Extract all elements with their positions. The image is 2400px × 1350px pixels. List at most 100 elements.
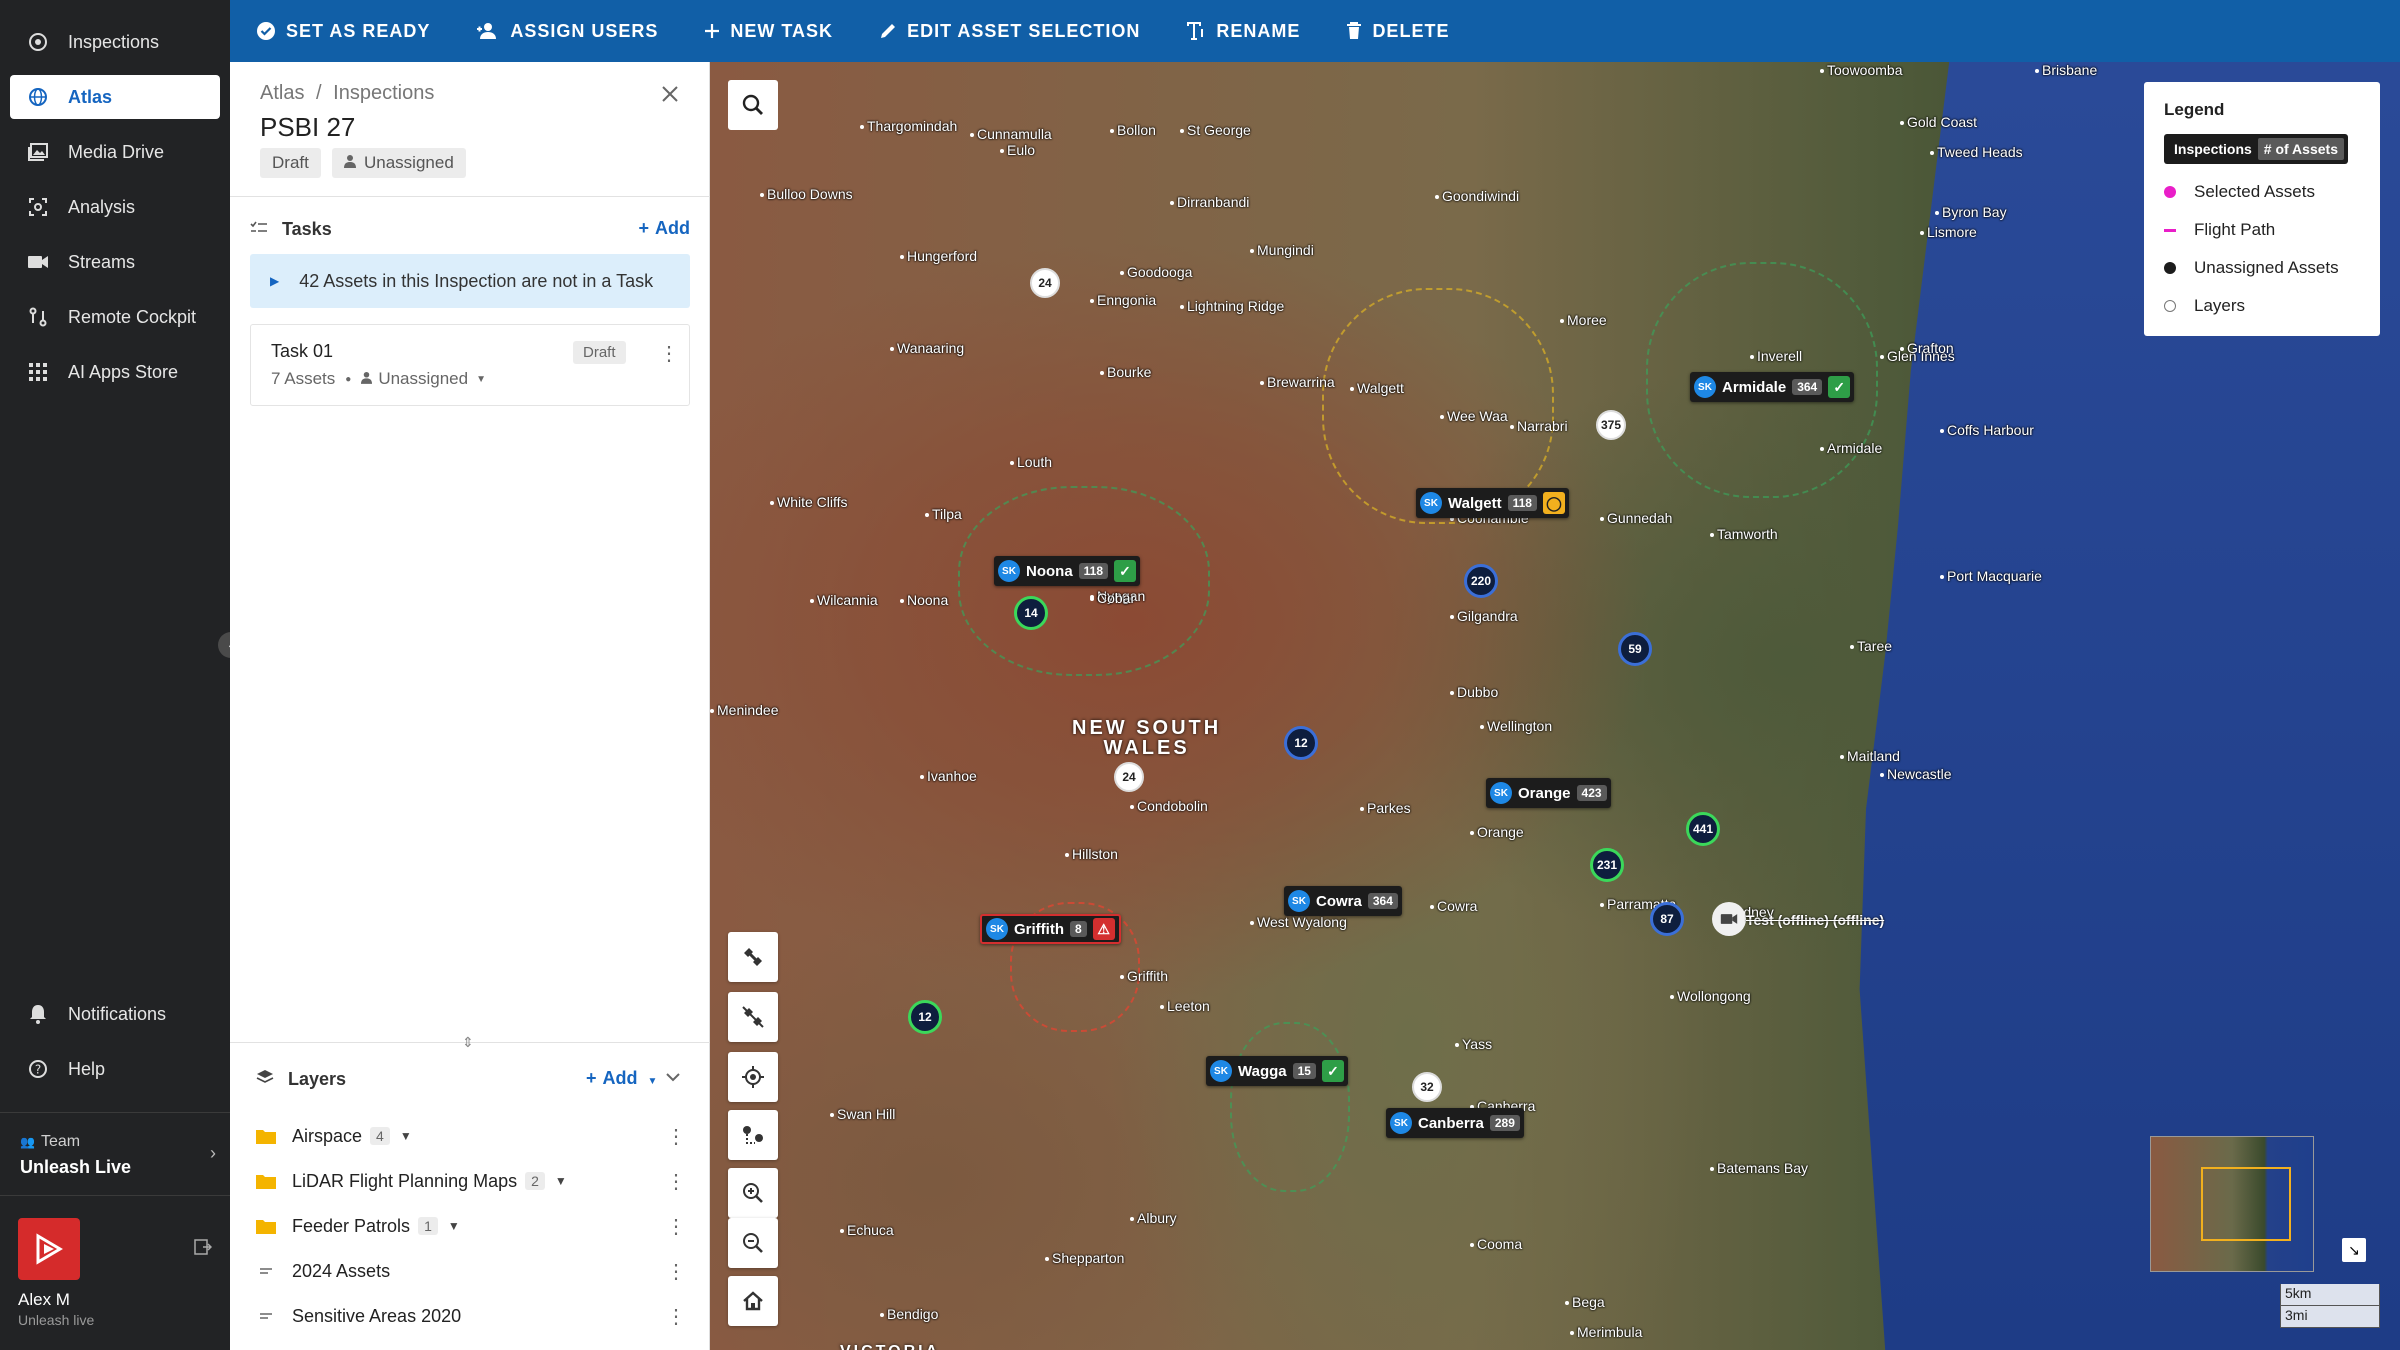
asset-cluster[interactable]: 59	[1618, 632, 1652, 666]
dropdown-icon[interactable]: ▼	[555, 1174, 567, 1188]
nav-item-inspections[interactable]: Inspections	[10, 20, 220, 64]
legend-tab-inspections[interactable]: Inspections	[2168, 138, 2258, 160]
more-vert-icon[interactable]: ⋮	[666, 1214, 686, 1239]
help-circle-icon: ?	[26, 1057, 50, 1081]
rename-button[interactable]: RENAME	[1186, 21, 1300, 42]
task-assignee[interactable]: Unassigned	[378, 369, 468, 389]
nav-item-media-drive[interactable]: Media Drive	[10, 130, 220, 174]
marker-count: 8	[1070, 921, 1087, 937]
hide-satellite-button[interactable]	[728, 992, 778, 1042]
layer-2024-assets[interactable]: 2024 Assets ⋮	[256, 1254, 686, 1288]
overview-minimap[interactable]	[2150, 1136, 2314, 1272]
map-canvas[interactable]: Toowoomba Brisbane Gold Coast Tweed Heads Th…	[710, 62, 2400, 1350]
asset-cluster[interactable]: 24	[1114, 762, 1144, 792]
my-location-button[interactable]	[728, 1052, 778, 1102]
chevron-down-icon[interactable]	[666, 1066, 680, 1087]
route-icon	[26, 305, 50, 329]
more-vert-icon[interactable]: ⋮	[666, 1304, 686, 1329]
breadcrumb-inspections[interactable]: Inspections	[333, 82, 434, 104]
zoom-in-button[interactable]	[728, 1168, 778, 1218]
more-vert-icon[interactable]: ⋮	[666, 1124, 686, 1149]
asset-cluster[interactable]: 14	[1014, 596, 1048, 630]
asset-marker[interactable]: SK Cowra 364	[1284, 886, 1402, 916]
satellite-icon	[744, 948, 762, 966]
asset-marker[interactable]: SK Orange 423	[1486, 778, 1611, 808]
route-tool-button[interactable]	[728, 1110, 778, 1160]
nav-item-analysis[interactable]: Analysis	[10, 185, 220, 229]
asset-cluster[interactable]: 87	[1650, 902, 1684, 936]
add-task-button[interactable]: + Add	[638, 218, 690, 239]
nav-item-ai-apps-store[interactable]: AI Apps Store	[10, 350, 220, 394]
zoom-out-button[interactable]	[728, 1218, 778, 1268]
set-as-ready-button[interactable]: SET AS READY	[256, 21, 430, 42]
nav-item-streams[interactable]: Streams	[10, 240, 220, 284]
asset-cluster[interactable]: 24	[1030, 268, 1060, 298]
layer-name: Sensitive Areas 2020	[292, 1305, 462, 1326]
town-label: Batemans Bay	[1710, 1160, 1808, 1176]
layer-lidar[interactable]: LiDAR Flight Planning Maps 2 ▼ ⋮	[256, 1164, 686, 1198]
asset-marker[interactable]: SK Armidale 364 ✓	[1690, 372, 1855, 402]
dropdown-icon[interactable]: ▼	[400, 1129, 412, 1143]
satellite-view-button[interactable]	[728, 932, 778, 982]
rename-icon	[1187, 22, 1204, 40]
asset-cluster[interactable]: 441	[1686, 812, 1720, 846]
asset-cluster[interactable]: 32	[1412, 1072, 1442, 1102]
more-vert-icon[interactable]: ⋮	[659, 341, 679, 366]
nav-item-notifications[interactable]: Notifications	[10, 992, 220, 1036]
asset-marker[interactable]: SK Noona 118 ✓	[994, 556, 1141, 586]
delete-button[interactable]: DELETE	[1346, 21, 1449, 42]
add-layer-button[interactable]: + Add ▼	[586, 1068, 657, 1089]
asset-marker[interactable]: SK Canberra 289	[1386, 1108, 1524, 1138]
marker-count: 364	[1367, 893, 1398, 909]
add-label: Add	[655, 218, 690, 238]
task-card[interactable]: Task 01 7 Assets ● Unassigned ▼ Draft ⋮	[250, 324, 690, 406]
map-search-button[interactable]	[728, 80, 778, 130]
layer-airspace[interactable]: Airspace 4 ▼ ⋮	[256, 1119, 686, 1153]
layer-sensitive-areas[interactable]: Sensitive Areas 2020 ⋮	[256, 1299, 686, 1333]
town-label: Wee Waa	[1440, 408, 1508, 424]
folder-icon	[256, 1220, 276, 1234]
assignee-label: Unassigned	[364, 153, 454, 172]
logout-icon[interactable]	[194, 1238, 213, 1261]
town-label: Walgett	[1350, 380, 1404, 396]
dropdown-icon[interactable]: ▼	[448, 1219, 460, 1233]
layer-feeder-patrols[interactable]: Feeder Patrols 1 ▼ ⋮	[256, 1209, 686, 1243]
team-switcher[interactable]: 👥 Team Unleash Live ›	[0, 1112, 230, 1196]
more-vert-icon[interactable]: ⋮	[666, 1259, 686, 1284]
resize-handle-icon[interactable]: ⇕	[462, 1034, 474, 1051]
town-label: Goodooga	[1120, 264, 1192, 280]
state-label: VICTORIA	[840, 1342, 940, 1350]
legend-label: Flight Path	[2194, 220, 2276, 239]
minimap-toggle-icon[interactable]: ↘	[2342, 1238, 2366, 1262]
close-icon[interactable]	[660, 84, 680, 109]
town-label: Taree	[1850, 638, 1892, 654]
nav-item-help[interactable]: ? Help	[10, 1047, 220, 1091]
person-icon	[344, 153, 356, 173]
assign-users-button[interactable]: ASSIGN USERS	[476, 21, 658, 42]
asset-cluster[interactable]: 220	[1464, 564, 1498, 598]
new-task-button[interactable]: NEW TASK	[704, 21, 833, 42]
asset-marker[interactable]: SK Wagga 15 ✓	[1206, 1056, 1348, 1086]
asset-cluster[interactable]: 375	[1596, 410, 1626, 440]
asset-cluster[interactable]: 231	[1590, 848, 1624, 882]
camera-stream-marker[interactable]	[1712, 902, 1746, 936]
home-view-button[interactable]	[728, 1276, 778, 1326]
nav-item-atlas[interactable]: Atlas	[10, 75, 220, 119]
minimap-viewport[interactable]	[2201, 1167, 2291, 1241]
asset-cluster[interactable]: 12	[908, 1000, 942, 1034]
marker-count: 15	[1292, 1063, 1316, 1079]
asset-marker[interactable]: SK Walgett 118 ◯	[1416, 488, 1569, 518]
more-vert-icon[interactable]: ⋮	[666, 1169, 686, 1194]
edit-asset-selection-button[interactable]: EDIT ASSET SELECTION	[879, 21, 1140, 42]
asset-cluster[interactable]: 12	[1284, 726, 1318, 760]
breadcrumb-atlas[interactable]: Atlas	[260, 82, 304, 104]
unassigned-assets-notice[interactable]: ▶ 42 Assets in this Inspection are not i…	[250, 254, 690, 308]
button-label: ASSIGN USERS	[510, 20, 659, 41]
nav-item-remote-cockpit[interactable]: Remote Cockpit	[10, 295, 220, 339]
legend-tab-assets[interactable]: # of Assets	[2257, 138, 2344, 160]
asset-marker[interactable]: SK Griffith 8 ⚠	[980, 914, 1121, 944]
user-profile[interactable]: Alex M Unleash live	[18, 1218, 218, 1328]
dropdown-icon[interactable]: ▼	[476, 374, 486, 385]
team-label: Team	[40, 1133, 81, 1150]
assignee-chip[interactable]: Unassigned	[332, 148, 466, 178]
